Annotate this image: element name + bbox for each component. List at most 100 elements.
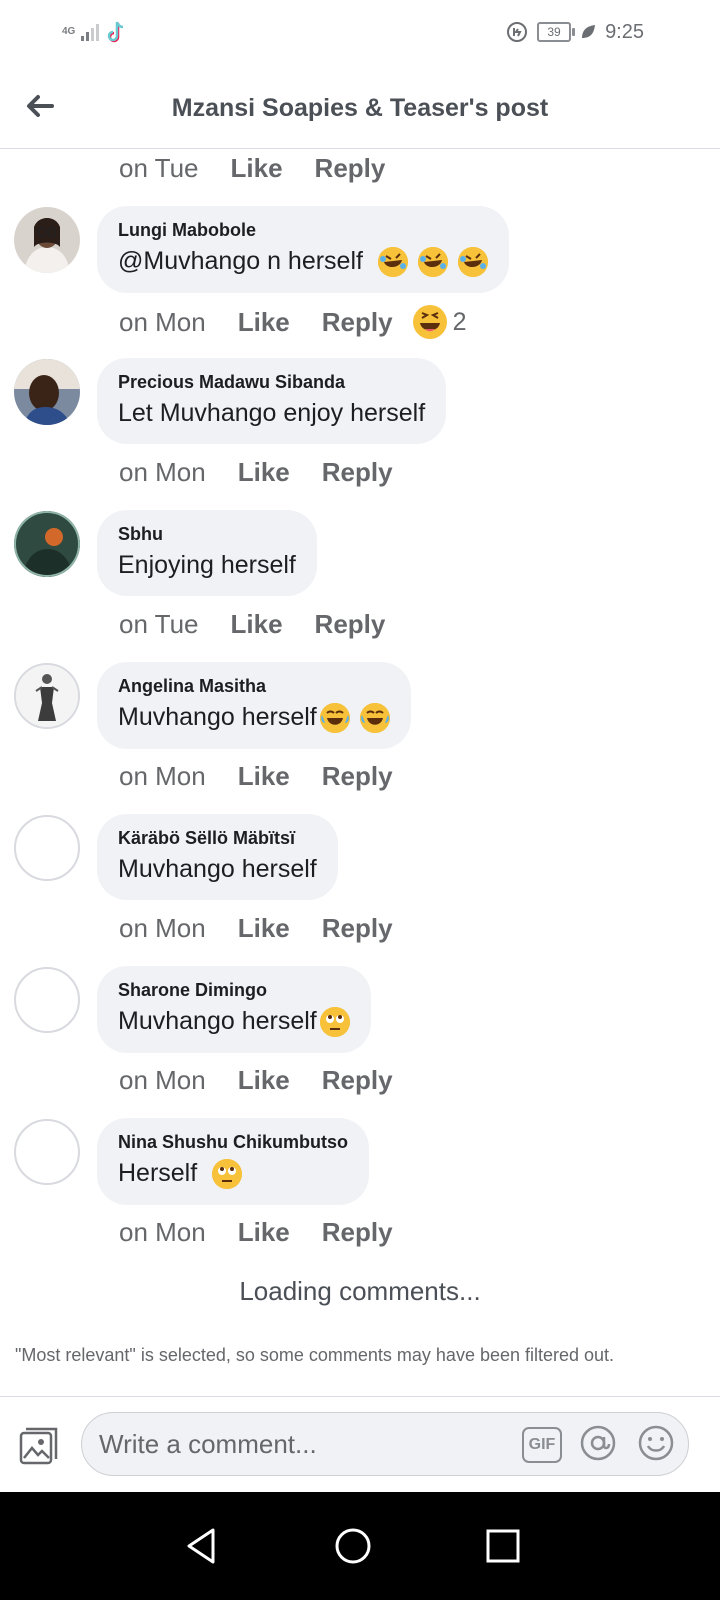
reply-button[interactable]: Reply (322, 1217, 393, 1248)
mention-icon[interactable] (580, 1425, 616, 1461)
photo-icon[interactable] (18, 1425, 60, 1467)
comment-bubble[interactable]: Precious Madawu Sibanda Let Muvhango enj… (97, 358, 447, 444)
comment-bubble[interactable]: Lungi Mabobole @Muvhango n herself (97, 206, 509, 294)
comment-meta: on Mon Like Reply (119, 761, 425, 792)
like-button[interactable]: Like (238, 1065, 290, 1096)
reply-button[interactable]: Reply (322, 457, 393, 488)
like-button[interactable]: Like (238, 913, 290, 944)
comment-bubble[interactable]: Angelina Masitha Muvhango herself (97, 662, 411, 750)
status-right: 39 9:25 (505, 20, 644, 44)
comment-time: on Mon (119, 1065, 206, 1095)
avatar[interactable] (14, 663, 80, 729)
comment-item: Angelina Masitha Muvhango herself on Mon… (0, 662, 720, 815)
comment-text: Muvhango herself (118, 703, 317, 731)
emoji-icon[interactable] (638, 1425, 674, 1461)
loading-comments: Loading comments... (239, 1276, 481, 1306)
comment-time: on Mon (119, 1217, 206, 1247)
comment-time: on Tue (119, 153, 199, 183)
avatar[interactable] (14, 967, 80, 1033)
comment-bubble[interactable]: Sharone Dimingo Muvhango herself (97, 966, 371, 1054)
comment-author[interactable]: Sharone Dimingo (118, 980, 350, 1001)
comment-time: on Mon (119, 457, 206, 487)
network-type: 4G (62, 26, 76, 37)
comment-meta: on Mon Like Reply (119, 1217, 425, 1248)
comment-text: Muvhango herself (118, 855, 317, 883)
comment-input[interactable]: Write a comment... GIF (81, 1412, 689, 1476)
nav-back-icon[interactable] (183, 1526, 223, 1566)
like-button[interactable]: Like (238, 307, 290, 338)
comment-composer: Write a comment... GIF (0, 1396, 720, 1493)
like-button[interactable]: Like (238, 1217, 290, 1248)
gif-button[interactable]: GIF (522, 1427, 562, 1463)
comment-meta: on Mon Like Reply (119, 1065, 425, 1096)
reply-button[interactable]: Reply (322, 761, 393, 792)
reaction-count: 2 (452, 307, 467, 336)
filter-notice: "Most relevant" is selected, so some com… (15, 1345, 615, 1365)
reaction-summary[interactable]: 2 (412, 305, 467, 339)
reply-button[interactable]: Reply (315, 153, 386, 184)
comment-meta: on Tue Like Reply (119, 609, 417, 640)
nav-home-icon[interactable] (333, 1526, 373, 1566)
android-nav-bar (0, 1492, 720, 1600)
like-button[interactable]: Like (231, 609, 283, 640)
comment-text: Let Muvhango enjoy herself (118, 399, 426, 427)
reply-button[interactable]: Reply (322, 1065, 393, 1096)
eye-roll-emoji-icon (319, 1007, 350, 1038)
comment-meta: on Mon Like Reply 2 (119, 305, 466, 339)
page-title: Mzansi Soapies & Teaser's post (171, 94, 549, 122)
rofl-emoji-icon (417, 247, 448, 278)
comment-meta: on Mon Like Reply (119, 913, 425, 944)
comment-meta: on Tue Like Reply (119, 153, 417, 184)
rofl-emoji-icon (377, 247, 408, 278)
reply-button[interactable]: Reply (322, 307, 393, 338)
comment-author[interactable]: Angelina Masitha (118, 676, 390, 697)
reply-button[interactable]: Reply (315, 609, 386, 640)
comment-bubble[interactable]: Käräbö Sëllö Mäbïtsï Muvhango herself (97, 814, 338, 900)
avatar[interactable] (14, 207, 80, 273)
comment-author[interactable]: Sbhu (118, 524, 296, 545)
comment-author[interactable]: Precious Madawu Sibanda (118, 372, 425, 393)
like-button[interactable]: Like (238, 761, 290, 792)
comment-item: Lungi Mabobole @Muvhango n herself on Mo… (0, 206, 720, 359)
comment-time: on Mon (119, 306, 206, 337)
comment-time: on Mon (119, 913, 206, 943)
haha-reaction-icon (412, 305, 447, 339)
comment-text-line: @Muvhango n herself (118, 247, 488, 278)
reply-button[interactable]: Reply (322, 913, 393, 944)
comment-item: Käräbö Sëllö Mäbïtsï Muvhango herself on… (0, 814, 720, 967)
battery-icon: 39 (537, 22, 576, 42)
avatar[interactable] (14, 1119, 80, 1185)
comment-time: on Tue (119, 609, 199, 639)
comment-author[interactable]: Lungi Mabobole (118, 220, 488, 241)
comment-bubble[interactable]: Nina Shushu Chikumbutso Herself (97, 1118, 370, 1206)
comment-bubble[interactable]: Sbhu Enjoying herself (97, 510, 317, 596)
comment-text-line: Muvhango herself (118, 703, 390, 734)
data-saver-icon (507, 22, 528, 42)
comment-author[interactable]: Nina Shushu Chikumbutso (118, 1132, 348, 1153)
avatar[interactable] (14, 359, 80, 425)
avatar[interactable] (14, 815, 80, 881)
clock: 9:25 (605, 20, 644, 43)
tears-of-joy-emoji-icon (359, 703, 390, 734)
comment-text-line: Muvhango herself (118, 1007, 350, 1038)
avatar[interactable] (14, 511, 80, 577)
signal-icon (81, 23, 100, 41)
comment-placeholder: Write a comment... (99, 1429, 317, 1459)
comment-time: on Mon (119, 761, 206, 791)
comment-author[interactable]: Käräbö Sëllö Mäbïtsï (118, 828, 317, 849)
comment-item: Precious Madawu Sibanda Let Muvhango enj… (0, 358, 720, 511)
like-button[interactable]: Like (238, 457, 290, 488)
comment-text: Enjoying herself (118, 551, 296, 579)
rofl-emoji-icon (457, 247, 488, 278)
comment-text: @Muvhango n herself (118, 247, 363, 275)
comment-item: Nina Shushu Chikumbutso Herself on Mon L… (0, 1118, 720, 1271)
eye-roll-emoji-icon (212, 1159, 243, 1190)
top-header: Mzansi Soapies & Teaser's post (0, 70, 720, 149)
like-button[interactable]: Like (231, 153, 283, 184)
comment-text: Herself (118, 1159, 205, 1187)
status-bar: 4G 39 9:25 (0, 0, 720, 70)
nav-recents-icon[interactable] (483, 1526, 523, 1566)
comment-text: Muvhango herself (118, 1007, 317, 1035)
tears-of-joy-emoji-icon (319, 703, 350, 734)
comment-meta: on Mon Like Reply (119, 457, 425, 488)
